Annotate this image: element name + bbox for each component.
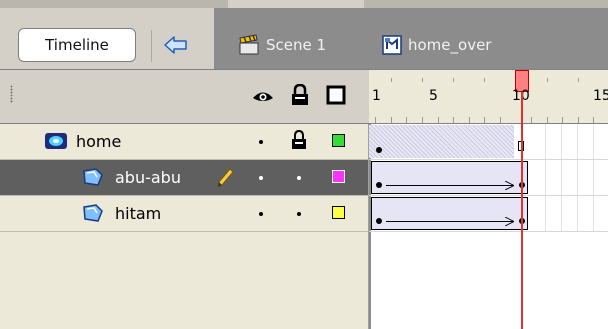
frame-row-home[interactable] <box>369 124 608 160</box>
arrowhead-icon <box>505 217 514 226</box>
tween-arrow <box>386 221 513 222</box>
eye-icon[interactable] <box>252 84 274 106</box>
layer-name-hitam: hitam <box>115 204 162 223</box>
lock-dot[interactable] <box>297 212 301 216</box>
visibility-dot[interactable] <box>259 140 263 144</box>
layer-icon <box>83 168 103 186</box>
breadcrumb-scene-label: Scene 1 <box>266 36 327 54</box>
visibility-dot[interactable] <box>259 176 263 180</box>
playhead-line <box>521 92 523 329</box>
folder-icon <box>45 133 67 149</box>
back-button[interactable] <box>160 32 192 58</box>
breadcrumb-symbol-label: home_over <box>408 36 492 54</box>
layer-color-box[interactable] <box>332 134 345 147</box>
layer-icon <box>83 204 103 222</box>
breadcrumb-symbol[interactable]: home_over <box>382 32 491 58</box>
keyframe[interactable] <box>376 182 382 188</box>
lock-icon[interactable] <box>291 130 307 150</box>
top-strip <box>0 0 608 8</box>
layer-row-abu-abu[interactable]: abu-abu <box>0 160 368 196</box>
frames-pane: 1 5 15 10 <box>369 70 608 329</box>
keyframe[interactable] <box>376 218 382 224</box>
layer-name-abu-abu: abu-abu <box>115 168 181 187</box>
frame-label-1: 1 <box>372 88 381 104</box>
frame-label-5: 5 <box>429 88 438 104</box>
toolbar-separator <box>151 30 152 62</box>
layer-color-box[interactable] <box>332 206 345 219</box>
breadcrumb-scene[interactable]: Scene 1 <box>238 32 326 58</box>
timeline-panel: home abu-abu hitam 1 5 15 <box>0 70 608 329</box>
pencil-icon <box>217 168 234 188</box>
frame-row-abu-abu[interactable] <box>369 160 608 196</box>
lock-dot[interactable] <box>297 176 301 180</box>
layer-color-box[interactable] <box>332 170 345 183</box>
symbol-icon <box>382 35 402 55</box>
layer-name-home: home <box>76 132 122 151</box>
left-arrow-icon <box>164 36 187 54</box>
static-frame-span[interactable] <box>369 125 514 158</box>
layers-pane: home abu-abu hitam <box>0 70 369 329</box>
layer-row-home[interactable]: home <box>0 124 368 160</box>
frame-label-15: 15 <box>593 88 608 104</box>
drag-grip[interactable] <box>10 85 13 103</box>
layer-row-hitam[interactable]: hitam <box>0 196 368 232</box>
lock-icon[interactable] <box>291 84 309 106</box>
visibility-dot[interactable] <box>259 212 263 216</box>
keyframe[interactable] <box>376 147 382 153</box>
clapperboard-icon <box>239 34 259 55</box>
timeline-button[interactable]: Timeline <box>18 28 136 62</box>
outline-icon[interactable] <box>326 85 346 105</box>
layers-header <box>0 70 369 124</box>
arrowhead-icon <box>505 181 514 190</box>
frame-row-hitam[interactable] <box>369 196 608 232</box>
tween-arrow <box>386 185 513 186</box>
timeline-toolbar: Timeline Scene 1 home_over <box>0 8 608 70</box>
frame-ruler[interactable]: 1 5 15 10 <box>369 70 608 124</box>
